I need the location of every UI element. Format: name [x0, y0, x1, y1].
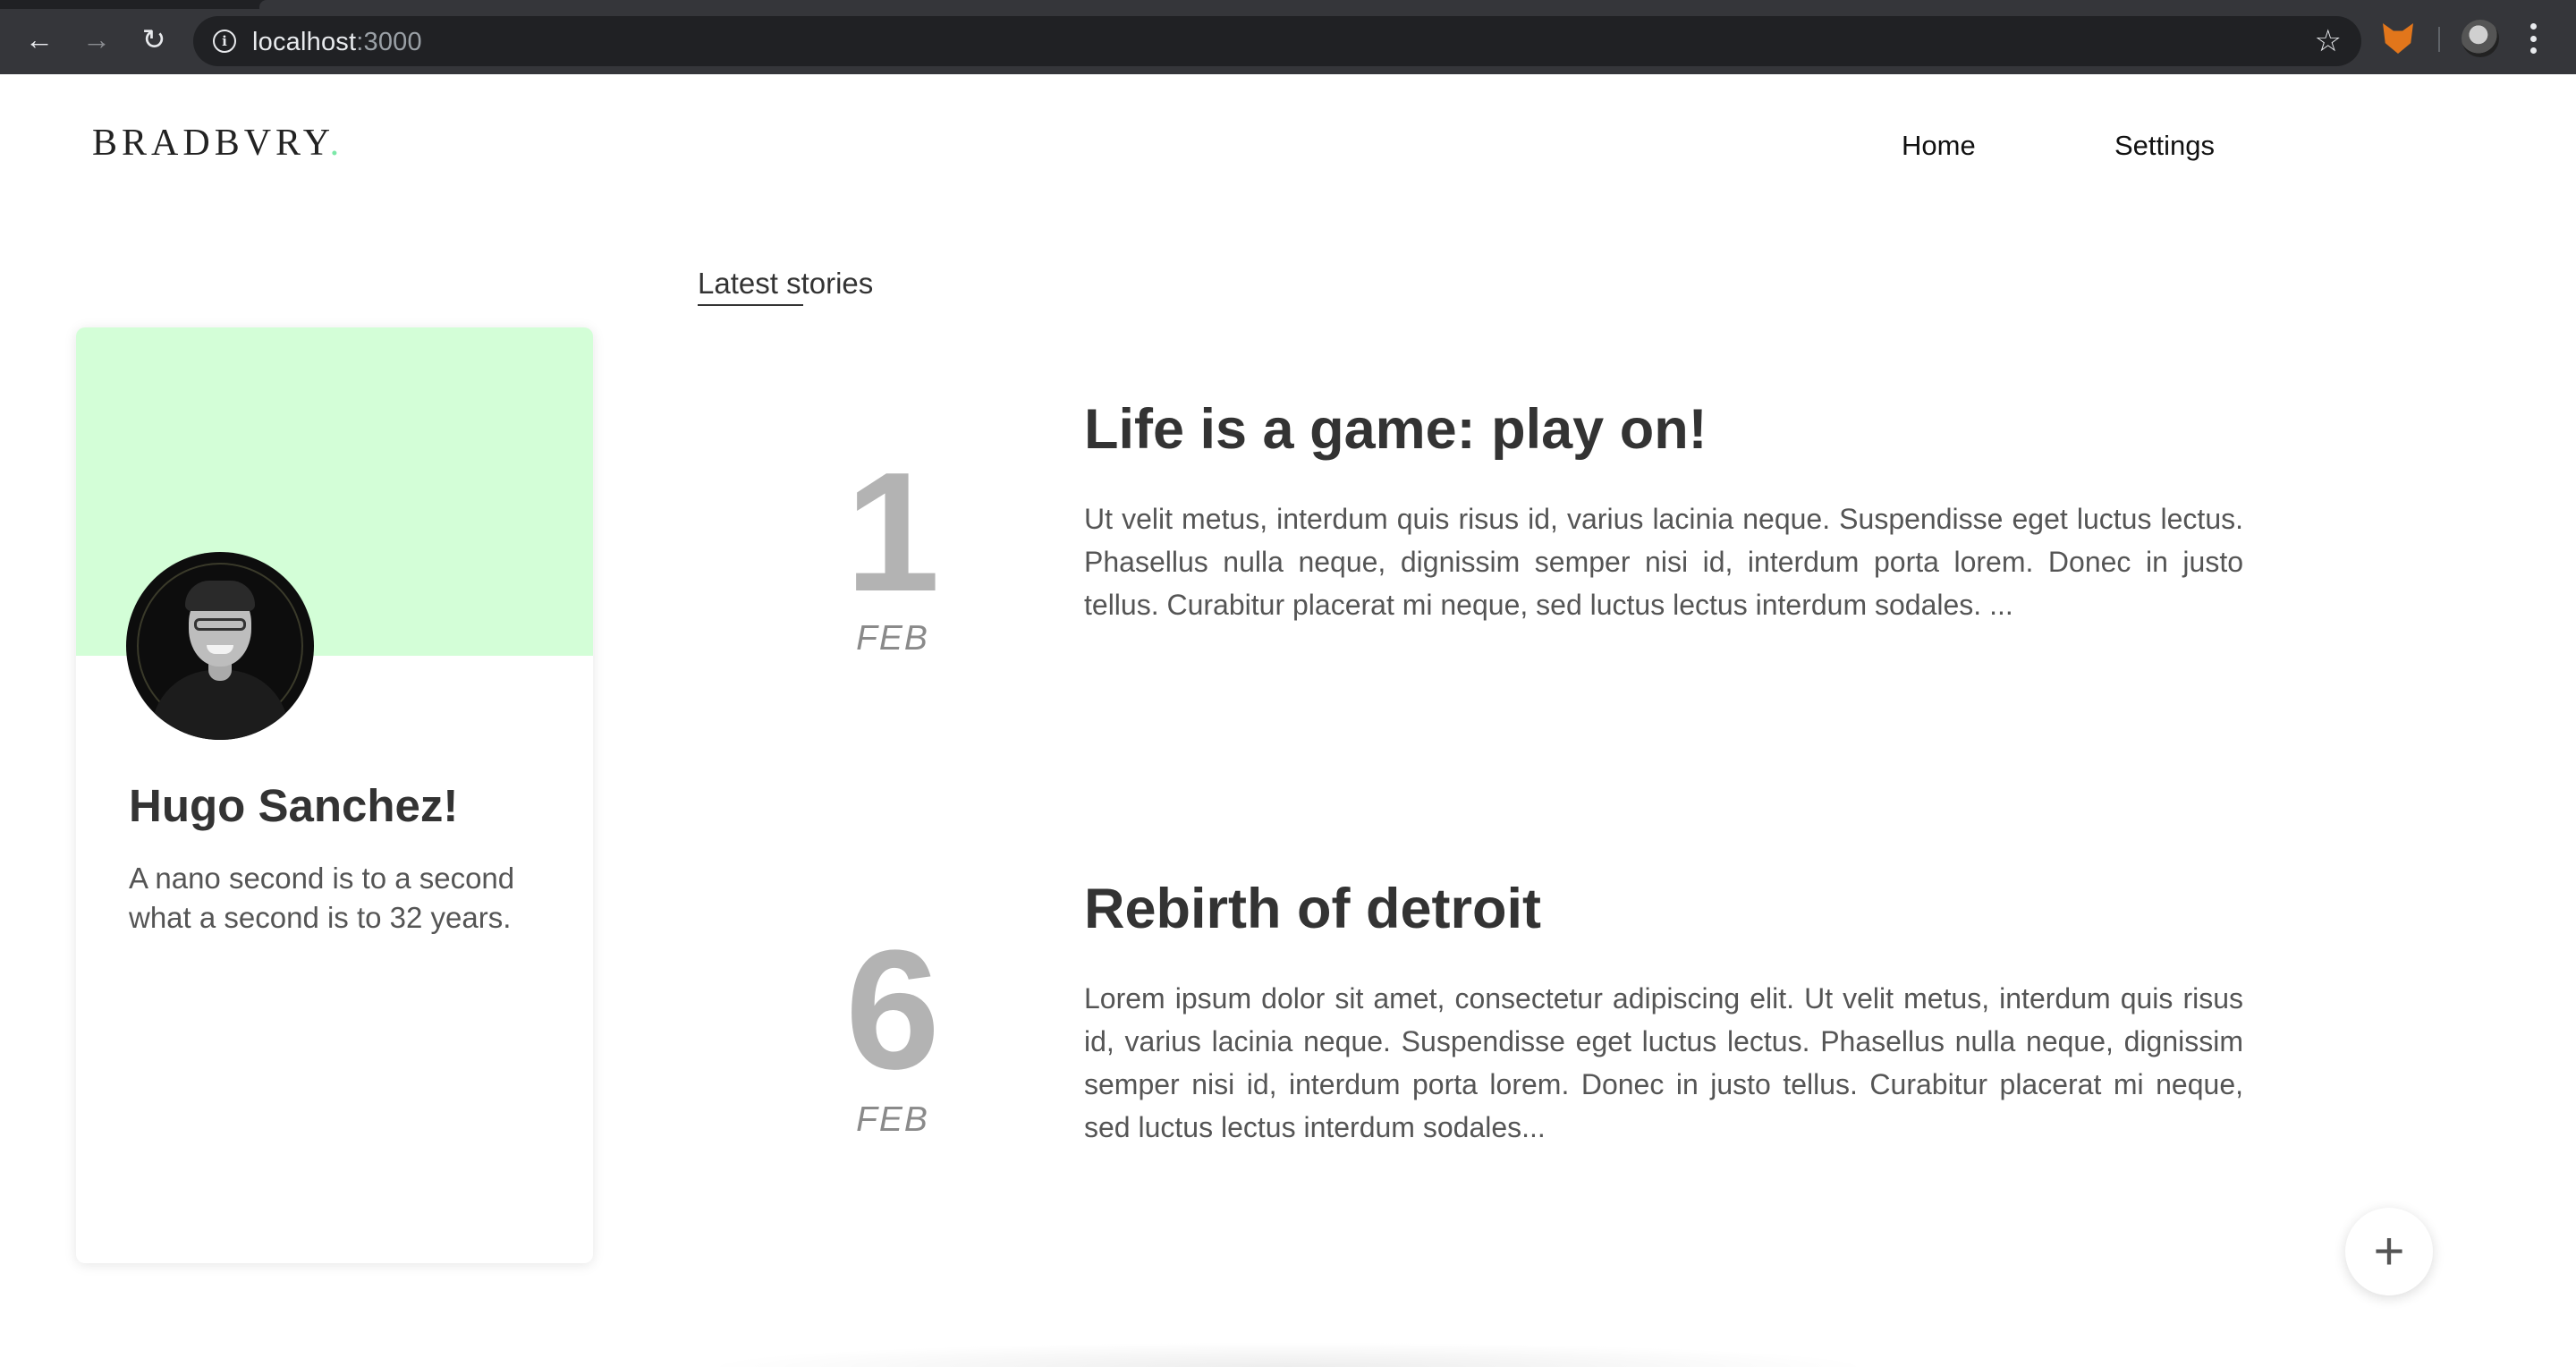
next-card-shadow [698, 1342, 1878, 1367]
address-bar[interactable]: i localhost:3000 ☆ [193, 16, 2361, 66]
latest-stories-heading: Latest stories [698, 267, 874, 300]
logo-text: BRADBVRY [92, 123, 330, 164]
avatar [126, 552, 314, 740]
toolbar-divider [2438, 27, 2440, 52]
logo-dot: . [329, 123, 344, 164]
story-date-month: FEB [856, 619, 929, 658]
reload-icon: ↻ [141, 23, 166, 55]
url-host: localhost [252, 28, 357, 56]
nav-home-link[interactable]: Home [1902, 130, 1976, 162]
arrow-right-icon: → [82, 23, 111, 55]
url-text[interactable]: localhost:3000 [252, 28, 422, 57]
story-excerpt: Lorem ipsum dolor sit amet, consectetur … [1084, 982, 2243, 1143]
profile-card: Hugo Sanchez! A nano second is to a seco… [76, 327, 593, 1263]
story-date-day: 1 [845, 437, 940, 627]
url-port: :3000 [356, 28, 422, 56]
add-story-button[interactable]: + [2345, 1208, 2433, 1295]
profile-avatar-icon[interactable] [2462, 20, 2499, 57]
site-logo[interactable]: BRADBVRY. [92, 122, 343, 165]
forward-button[interactable]: → [79, 21, 114, 57]
profile-name: Hugo Sanchez! [129, 780, 459, 831]
story-title[interactable]: Life is a game: play on! [1084, 397, 1707, 462]
reload-button[interactable]: ↻ [136, 21, 172, 57]
kebab-menu-icon[interactable] [2529, 23, 2537, 54]
back-button[interactable]: ← [21, 21, 57, 57]
info-icon[interactable]: i [213, 30, 236, 53]
nav-settings-link[interactable]: Settings [2114, 130, 2215, 162]
story-date-month: FEB [856, 1100, 929, 1139]
profile-bio: A nano second is to a second what a seco… [129, 862, 515, 934]
heading-underline [698, 304, 803, 306]
story-title[interactable]: Rebirth of detroit [1084, 877, 1541, 941]
story-excerpt: Ut velit metus, interdum quis risus id, … [1084, 503, 2243, 621]
star-icon[interactable]: ☆ [2315, 23, 2342, 59]
story-date-day: 6 [845, 915, 940, 1105]
arrow-left-icon: ← [25, 23, 54, 55]
browser-toolbar: ← → ↻ i localhost:3000 ☆ [0, 0, 2576, 74]
fox-extension-icon[interactable] [2383, 23, 2413, 54]
tab-strip [0, 0, 2576, 9]
plus-icon: + [2373, 1221, 2405, 1281]
